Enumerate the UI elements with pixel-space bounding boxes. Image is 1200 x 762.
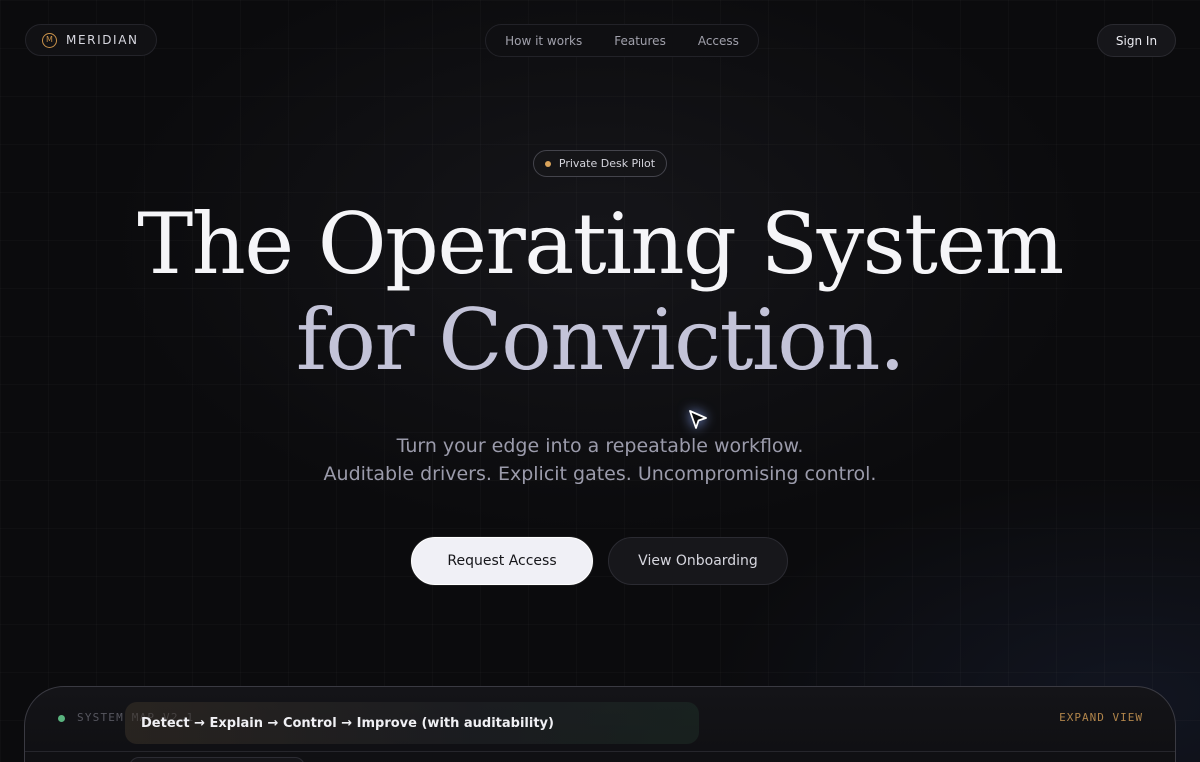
meridian-logo-icon: M (42, 32, 57, 48)
panel-divider (25, 751, 1175, 752)
hero-subline-1: Turn your edge into a repeatable workflo… (396, 435, 804, 457)
headline-line-2: for Conviction. (295, 291, 906, 389)
workflow-caption: Detect → Explain → Control → Improve (wi… (125, 702, 699, 744)
live-status-dot-icon (58, 715, 65, 722)
brand-name: MERIDIAN (66, 33, 139, 47)
nav-link-how-it-works[interactable]: How it works (505, 34, 582, 48)
workflow-caption-text: Detect → Explain → Control → Improve (wi… (141, 715, 554, 731)
brand-logo[interactable]: M MERIDIAN (25, 24, 157, 56)
request-access-button[interactable]: Request Access (411, 537, 593, 585)
hero-subline-2: Auditable drivers. Explicit gates. Uncom… (323, 463, 877, 485)
primary-nav: How it works Features Access (485, 24, 759, 57)
system-map-panel: SYSTEM MAP V2.1 Detect → Explain → Contr… (24, 686, 1176, 762)
sign-in-button[interactable]: Sign In (1097, 24, 1176, 57)
panel-tab[interactable] (129, 757, 305, 762)
pilot-badge: Private Desk Pilot (533, 150, 667, 177)
expand-view-button[interactable]: EXPAND VIEW (1059, 711, 1143, 724)
headline-line-1: The Operating System (137, 195, 1064, 293)
nav-link-features[interactable]: Features (614, 34, 666, 48)
view-onboarding-button[interactable]: View Onboarding (608, 537, 788, 585)
status-dot-icon (544, 160, 551, 167)
landing-page: M MERIDIAN How it works Features Access … (0, 0, 1200, 762)
badge-text: Private Desk Pilot (558, 157, 656, 170)
hero-headline: The Operating System for Conviction. (0, 196, 1200, 388)
mouse-pointer-icon (689, 410, 707, 429)
nav-link-access[interactable]: Access (698, 34, 739, 48)
brand-mark-glyph: M (46, 35, 53, 44)
